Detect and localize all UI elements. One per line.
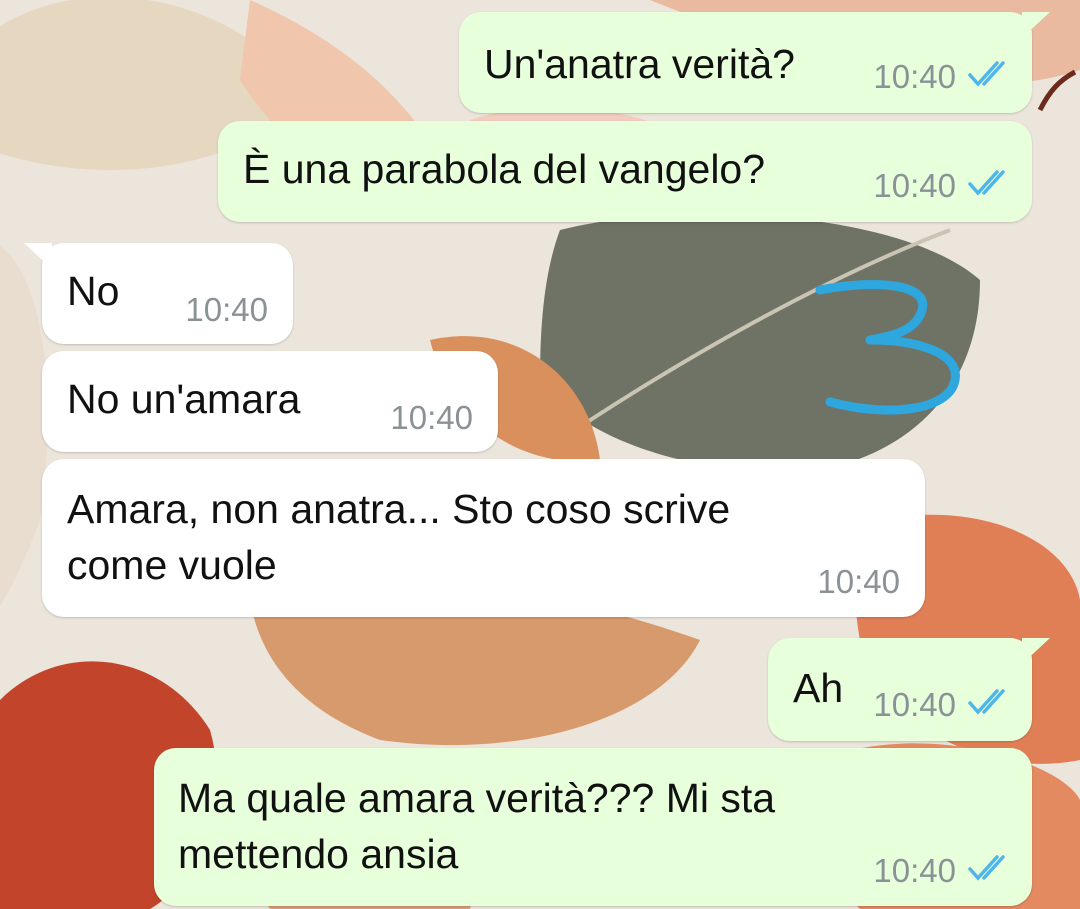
message-meta: 10:40: [873, 852, 1014, 890]
message-text: Un'anatra verità?: [484, 41, 795, 87]
message-meta: 10:40: [873, 686, 1014, 724]
message-text: No un'amara: [67, 376, 301, 422]
message-timestamp: 10:40: [873, 58, 956, 95]
message-bubble-outgoing[interactable]: Ma quale amara verità??? Mi sta mettendo…: [154, 748, 1032, 906]
double-check-read-icon: [968, 686, 1014, 724]
message-bubble-outgoing[interactable]: È una parabola del vangelo? 10:40: [218, 121, 1032, 222]
message-timestamp: 10:40: [873, 852, 956, 889]
message-text: No: [67, 268, 120, 314]
message-timestamp: 10:40: [817, 563, 900, 600]
bubble-tail: [1022, 638, 1050, 664]
double-check-read-icon: [968, 852, 1014, 890]
message-bubble-incoming[interactable]: Amara, non anatra... Sto coso scrive com…: [42, 459, 925, 617]
message-text: È una parabola del vangelo?: [243, 146, 766, 192]
message-text: Ah: [793, 665, 844, 711]
message-meta: 10:40: [390, 399, 473, 437]
message-meta: 10:40: [185, 291, 268, 329]
message-bubble-incoming[interactable]: No 10:40: [24, 243, 293, 344]
message-meta: 10:40: [873, 58, 1014, 96]
message-bubble-incoming[interactable]: No un'amara 10:40: [42, 351, 498, 452]
message-bubble-outgoing[interactable]: Ah 10:40: [768, 638, 1050, 741]
double-check-read-icon: [968, 58, 1014, 96]
bubble-tail: [24, 243, 52, 269]
message-timestamp: 10:40: [873, 167, 956, 204]
message-meta: 10:40: [873, 167, 1014, 205]
message-meta: 10:40: [817, 563, 900, 601]
message-text: Amara, non anatra... Sto coso scrive com…: [67, 486, 731, 588]
annotation-stroke: [815, 280, 960, 415]
message-timestamp: 10:40: [390, 399, 473, 436]
double-check-read-icon: [968, 167, 1014, 205]
message-timestamp: 10:40: [873, 686, 956, 723]
bubble-tail: [1022, 12, 1050, 38]
message-bubble-outgoing[interactable]: Un'anatra verità? 10:40: [459, 12, 1050, 113]
message-timestamp: 10:40: [185, 291, 268, 328]
handwritten-three-annotation: [815, 280, 960, 415]
conversation-area: Un'anatra verità? 10:40 È una parabola d…: [0, 0, 1080, 909]
message-text: Ma quale amara verità??? Mi sta mettendo…: [178, 775, 776, 877]
